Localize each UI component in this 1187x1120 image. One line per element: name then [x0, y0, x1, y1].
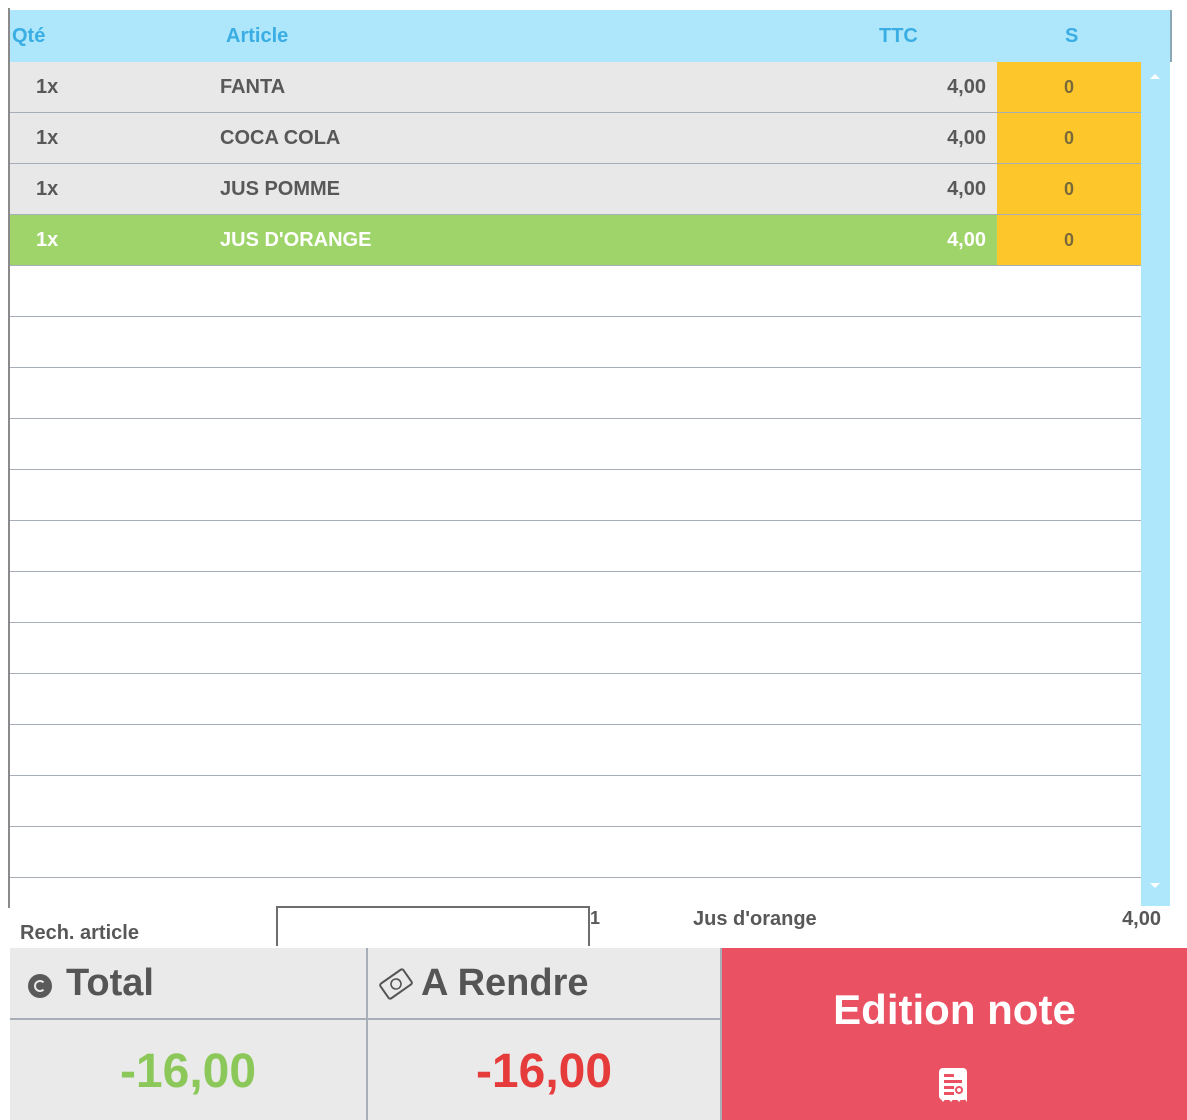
row-ttc: 4,00: [947, 178, 986, 200]
total-panel: Total -16,00: [10, 948, 368, 1120]
total-label: Total: [66, 962, 154, 1004]
row-article: JUS D'ORANGE: [220, 229, 372, 251]
empty-row: [10, 725, 1141, 776]
empty-row: [10, 317, 1141, 368]
row-qty: 1x: [36, 229, 59, 251]
table-row[interactable]: 1x JUS POMME 4,00 0: [10, 164, 1141, 215]
row-article: JUS POMME: [220, 178, 341, 200]
empty-row: [10, 776, 1141, 827]
total-value: -16,00: [119, 1045, 257, 1098]
empty-row: [10, 572, 1141, 623]
total-header: Total: [10, 948, 366, 1020]
header-s: S: [1065, 25, 1079, 47]
rendre-label: A Rendre: [421, 962, 589, 1004]
empty-row: [10, 521, 1141, 572]
empty-row: [10, 827, 1141, 878]
table-header: Qté Article TTC S: [10, 10, 1172, 62]
search-input[interactable]: [276, 906, 590, 946]
header-article: Article: [226, 25, 289, 47]
edition-note-button[interactable]: Edition note: [722, 948, 1187, 1120]
order-table: 1x FANTA 4,00 0 1x COCA COLA 4,00 0 1x J…: [10, 62, 1141, 908]
row-qty: 1x: [36, 76, 59, 98]
row-s: 0: [997, 113, 1141, 163]
empty-row: [10, 266, 1141, 317]
banknote-icon: [379, 968, 413, 1000]
table-scrollbar[interactable]: [1141, 62, 1170, 908]
row-ttc: 4,00: [947, 76, 986, 98]
edition-note-label: Edition note: [833, 986, 1076, 1033]
last-item-price: 4,00: [1122, 908, 1161, 930]
rendre-header: A Rendre: [368, 948, 720, 1020]
header-ttc: TTC: [879, 25, 918, 47]
empty-row: [10, 419, 1141, 470]
last-item-qty: 1: [590, 908, 601, 928]
coin-icon: [28, 974, 52, 998]
empty-row: [10, 470, 1141, 521]
search-bar: Rech. article 1 Jus d'orange 4,00: [10, 906, 1187, 948]
row-qty: 1x: [36, 127, 59, 149]
last-item-article: Jus d'orange: [693, 908, 817, 930]
table-row-selected[interactable]: 1x JUS D'ORANGE 4,00 0: [10, 215, 1141, 266]
row-qty: 1x: [36, 178, 59, 200]
header-qty: Qté: [12, 25, 46, 47]
row-ttc: 4,00: [947, 229, 986, 251]
row-article: FANTA: [220, 76, 286, 98]
row-article: COCA COLA: [220, 127, 341, 149]
row-ttc: 4,00: [947, 127, 986, 149]
table-row[interactable]: 1x FANTA 4,00 0: [10, 62, 1141, 113]
scroll-down-icon[interactable]: [1150, 883, 1160, 888]
table-row[interactable]: 1x COCA COLA 4,00 0: [10, 113, 1141, 164]
scroll-up-icon[interactable]: [1150, 74, 1160, 79]
row-s: 0: [997, 215, 1141, 265]
rendre-panel: A Rendre -16,00: [368, 948, 722, 1120]
receipt-icon: [939, 1068, 967, 1102]
empty-row: [10, 674, 1141, 725]
empty-row: [10, 623, 1141, 674]
search-label: Rech. article: [20, 922, 139, 944]
rendre-value: -16,00: [475, 1045, 613, 1098]
row-s: 0: [997, 164, 1141, 214]
row-s: 0: [997, 62, 1141, 112]
empty-row: [10, 368, 1141, 419]
